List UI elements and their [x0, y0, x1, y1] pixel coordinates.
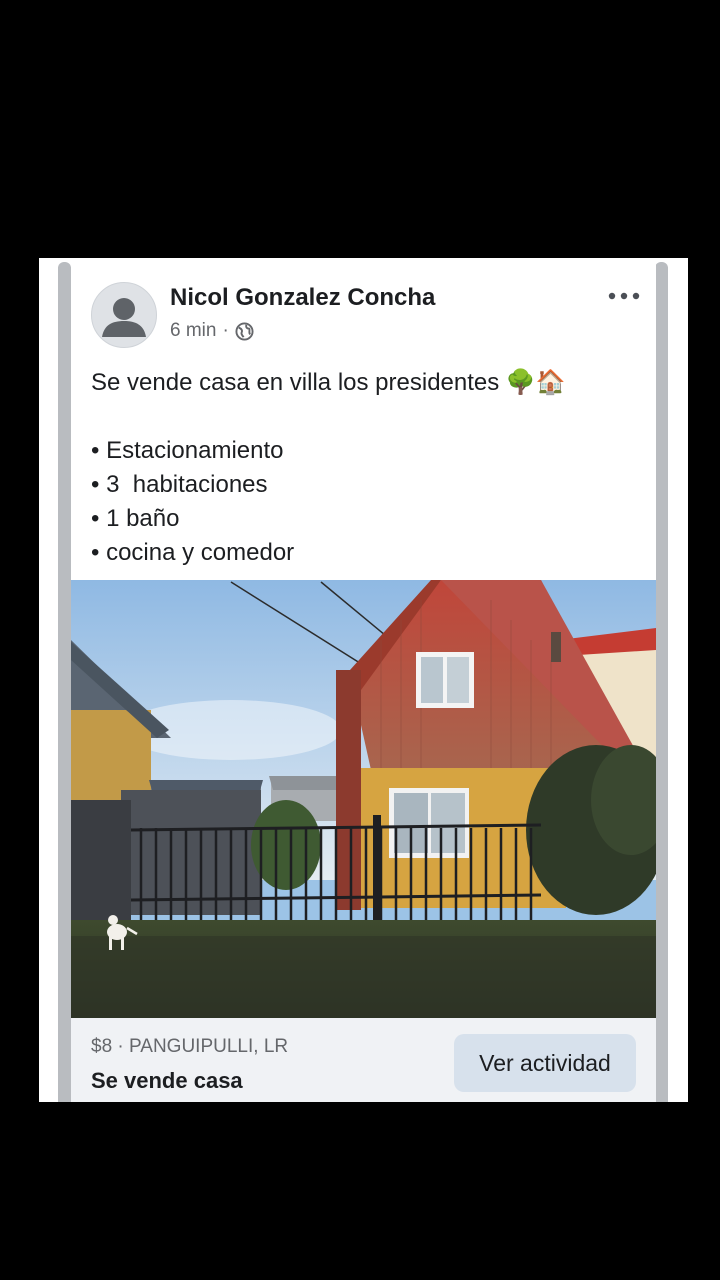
post-card: Nicol Gonzalez Concha 6 min · Se vende c…	[71, 262, 656, 1102]
post-text-line: • 1 baño	[91, 505, 180, 532]
post-text: Se vende casa en villa los presidentes 🌳…	[91, 366, 636, 570]
listing-bar[interactable]: $8 · PANGUIPULLI, LR Se vende casa Ver a…	[71, 1018, 656, 1102]
listing-title[interactable]: Se vende casa	[91, 1068, 243, 1094]
post-meta: 6 min ·	[170, 320, 254, 342]
post-header: Nicol Gonzalez Concha 6 min ·	[71, 262, 656, 352]
author-name[interactable]: Nicol Gonzalez Concha	[170, 284, 435, 312]
avatar[interactable]	[91, 282, 157, 348]
listing-photo[interactable]	[71, 580, 656, 1018]
post-frame: Nicol Gonzalez Concha 6 min · Se vende c…	[39, 258, 688, 1102]
meta-separator: ·	[222, 320, 229, 341]
left-card-edge	[58, 262, 71, 1102]
ver-actividad-button[interactable]: Ver actividad	[454, 1034, 636, 1092]
post-text-line	[91, 400, 636, 434]
screen: Nicol Gonzalez Concha 6 min · Se vende c…	[0, 0, 720, 1280]
post-text-line: • 3 habitaciones	[91, 471, 268, 498]
listing-price-location: $8 · PANGUIPULLI, LR	[91, 1036, 289, 1057]
post-text-line: • Estacionamiento	[91, 437, 284, 464]
default-avatar-icon	[102, 298, 146, 337]
post-text-line: Se vende casa en villa los presidentes 🌳…	[91, 369, 566, 396]
right-card-edge	[655, 262, 668, 1102]
more-options-icon[interactable]	[606, 284, 642, 308]
globe-icon	[235, 321, 254, 341]
post-time[interactable]: 6 min	[170, 320, 216, 342]
post-text-line: • cocina y comedor	[91, 539, 295, 566]
house-photo	[71, 580, 656, 1018]
